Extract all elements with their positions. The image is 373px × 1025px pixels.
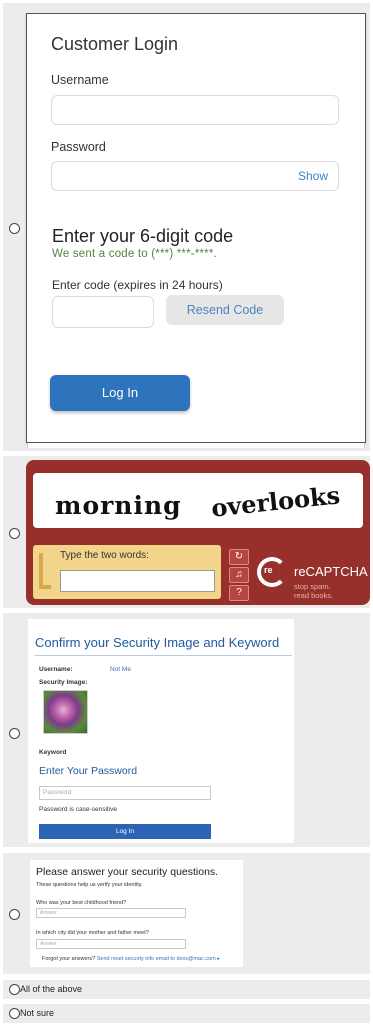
keyword-label: Keyword	[39, 749, 67, 756]
password-label: Password	[51, 140, 106, 154]
security-image-label: Security Image:	[39, 679, 88, 686]
arrow-icon	[39, 553, 51, 589]
password-input: Password	[39, 786, 211, 800]
recaptcha-tagline: stop spam. read books.	[294, 582, 333, 600]
recaptcha-widget: morning overlooks Type the two words: ↻ …	[26, 460, 370, 605]
code-input	[52, 296, 154, 328]
show-password-link: Show	[297, 169, 328, 183]
option-all-of-the-above[interactable]: All of the above	[3, 980, 370, 999]
panel-bottom-edge	[27, 443, 365, 448]
resend-code-button: Resend Code	[166, 295, 284, 325]
audio-icon: ♫	[229, 567, 249, 583]
log-in-button: Log In	[39, 824, 211, 839]
captcha-word-2: overlooks	[209, 480, 342, 523]
refresh-icon: ↻	[229, 549, 249, 565]
recaptcha-brand: reCAPTCHA	[294, 564, 368, 579]
title-divider	[35, 655, 292, 656]
radio-option-6[interactable]	[9, 1008, 20, 1019]
captcha-input	[60, 570, 215, 592]
security-questions-panel: Please answer your security questions. T…	[30, 860, 243, 967]
chevron-right-icon: ▸	[217, 956, 221, 962]
help-icon: ?	[229, 585, 249, 601]
code-title: Enter your 6-digit code	[52, 226, 234, 246]
tagline-line-2: read books.	[294, 591, 334, 600]
security-image-panel: Confirm your Security Image and Keyword …	[28, 619, 294, 843]
forgot-answers-line: Forgot your answers? Send reset security…	[42, 956, 220, 962]
password-input: Show	[51, 161, 339, 191]
radio-option-5[interactable]	[9, 984, 20, 995]
question-1: Who was your best childhood friend?	[36, 900, 127, 906]
option-not-sure-label: Not sure	[20, 1008, 55, 1018]
option-not-sure[interactable]: Not sure	[3, 1004, 370, 1023]
customer-login-title: Customer Login	[51, 34, 179, 54]
username-label: Username:	[39, 666, 73, 673]
security-image-title: Confirm your Security Image and Keyword	[35, 635, 280, 650]
option-security-image: Confirm your Security Image and Keyword …	[3, 613, 370, 847]
answer-2-input: Answer	[36, 939, 186, 949]
log-in-button: Log In	[50, 375, 190, 411]
captcha-image: morning overlooks	[33, 473, 363, 528]
radio-option-3[interactable]	[9, 728, 20, 739]
question-2: In which city did your mother and father…	[36, 930, 149, 936]
radio-option-2[interactable]	[9, 528, 20, 539]
forgot-prefix: Forgot your answers?	[42, 956, 96, 962]
password-heading: Enter Your Password	[39, 765, 138, 777]
questions-title: Please answer your security questions.	[36, 866, 219, 878]
radio-option-1[interactable]	[9, 223, 20, 234]
reset-email-link: Send reset security info email to dxxx@m…	[96, 956, 216, 962]
tagline-line-1: stop spam.	[294, 582, 331, 591]
option-customer-login: Customer Login Username Password Show En…	[3, 3, 370, 451]
flower-image	[43, 690, 88, 734]
recaptcha-logo-icon: re	[257, 557, 287, 587]
code-sent-text: We sent a code to (***) ***-****.	[52, 248, 217, 260]
username-input	[51, 95, 339, 125]
option-security-questions: Please answer your security questions. T…	[3, 853, 370, 974]
captcha-answer-box: Type the two words:	[33, 545, 221, 599]
code-label: Enter code (expires in 24 hours)	[52, 278, 223, 292]
username-label: Username	[51, 73, 109, 87]
answer-1-input: Answer	[36, 908, 186, 918]
customer-login-image: Customer Login Username Password Show En…	[26, 13, 366, 448]
questions-subtitle: These questions help us verify your iden…	[36, 882, 143, 888]
not-me-link: Not Me	[110, 666, 131, 673]
captcha-prompt: Type the two words:	[60, 550, 149, 561]
radio-option-4[interactable]	[9, 909, 20, 920]
option-all-label: All of the above	[20, 984, 83, 994]
captcha-word-1: morning	[55, 491, 182, 520]
option-captcha: morning overlooks Type the two words: ↻ …	[3, 456, 370, 608]
case-note: Password is case-sensitive	[39, 806, 118, 813]
